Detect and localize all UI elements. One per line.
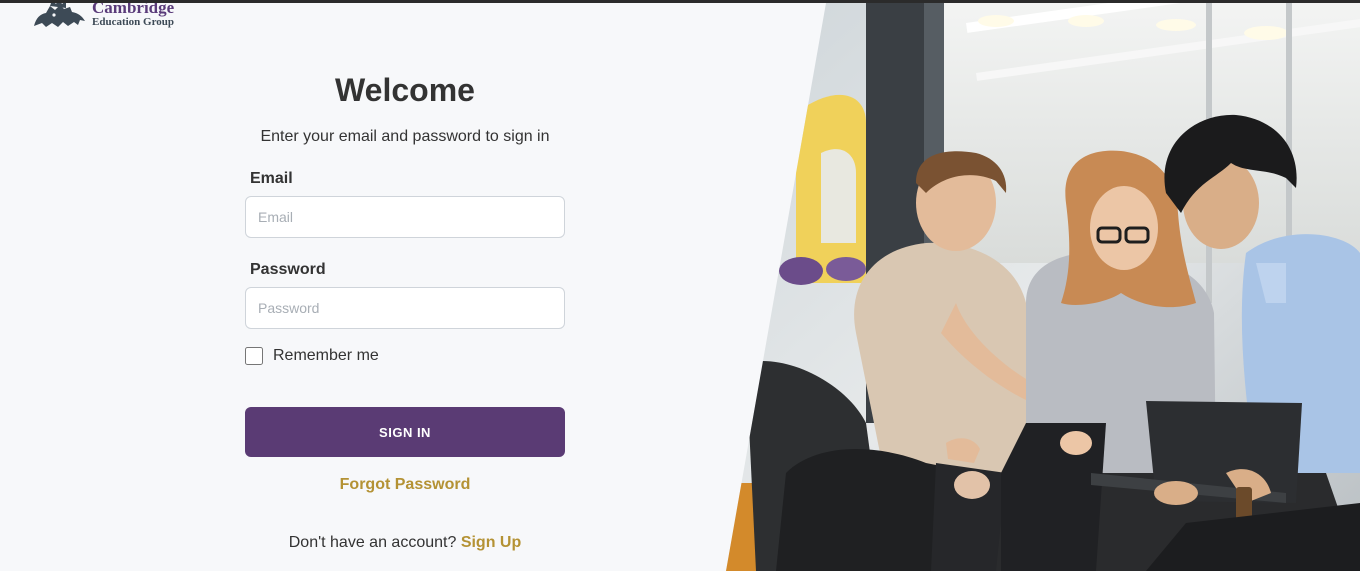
password-label: Password — [250, 261, 326, 278]
email-field[interactable] — [245, 196, 565, 238]
login-page: Cambridge Education Group Welcome Enter … — [0, 0, 1360, 571]
lion-crest-icon — [34, 0, 85, 27]
hero-photo — [726, 3, 1360, 571]
remember-me-row: Remember me — [245, 347, 379, 365]
sign-in-button[interactable]: SIGN IN — [245, 407, 565, 457]
students-with-laptop-photo — [726, 3, 1360, 571]
signup-prompt: Don't have an account? — [288, 534, 457, 551]
signup-line: Don't have an account? Sign Up — [225, 534, 585, 552]
brand-logo[interactable]: Cambridge Education Group — [30, 0, 174, 30]
page-title: Welcome — [335, 72, 475, 108]
remember-me-checkbox[interactable] — [245, 347, 263, 365]
forgot-password-link[interactable]: Forgot Password — [245, 476, 565, 494]
page-subtitle: Enter your email and password to sign in — [260, 128, 550, 145]
password-field[interactable] — [245, 287, 565, 329]
remember-me-label[interactable]: Remember me — [273, 347, 379, 365]
brand-tagline: Education Group — [92, 16, 175, 28]
window-top-border — [0, 0, 1360, 3]
sign-up-link[interactable]: Sign Up — [461, 534, 521, 551]
email-label: Email — [250, 170, 293, 187]
